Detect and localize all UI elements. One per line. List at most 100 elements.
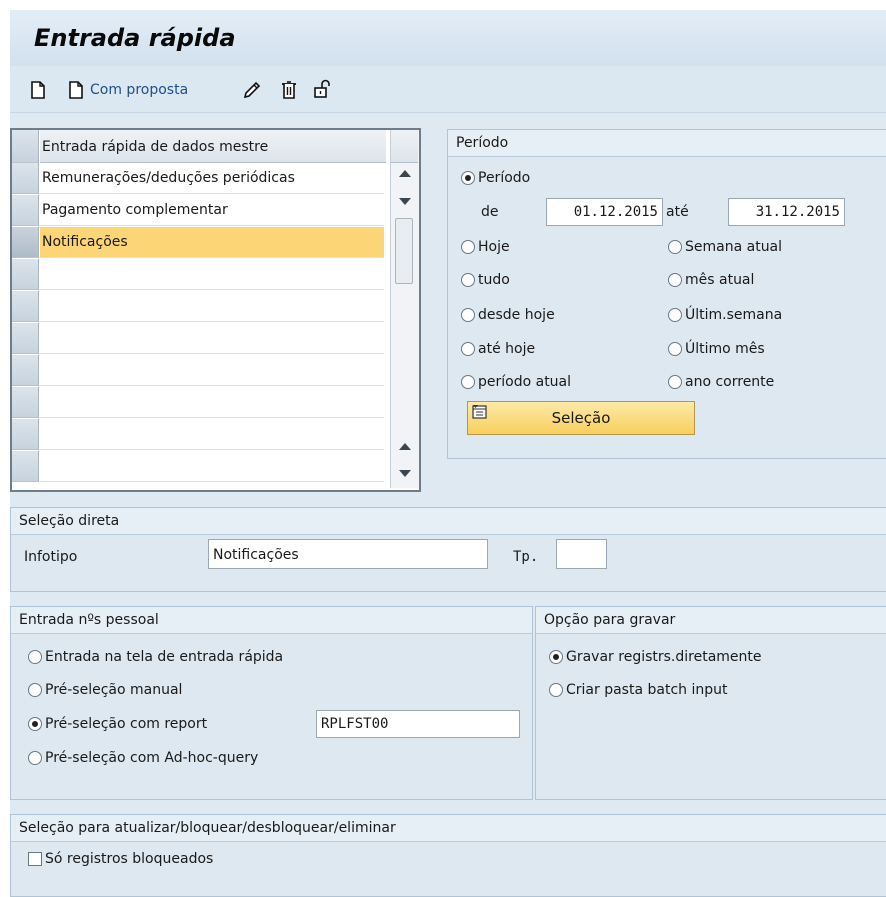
scroll-page-up-icon[interactable] [399, 170, 411, 177]
radio-ultim-semana[interactable]: Últim.semana [668, 307, 782, 323]
table-row[interactable]: Remunerações/deduções periódicas [40, 163, 384, 194]
radio-periodo-atual-label: período atual [478, 374, 572, 390]
com-proposta-label: Com proposta [90, 82, 189, 98]
radio-semana-atual[interactable]: Semana atual [668, 239, 782, 255]
selecao-direta-group-title: Seleção direta [11, 508, 886, 535]
scroll-up-icon[interactable] [399, 443, 411, 450]
radio-ultimo-mes-button[interactable] [668, 342, 682, 356]
to-date-field[interactable]: 31.12.2015 [728, 198, 845, 226]
radio-ate-hoje-label: até hoje [478, 341, 536, 357]
radio-gravar-diretamente-label: Gravar registrs.diretamente [566, 649, 762, 665]
radio-ate-hoje-button[interactable] [461, 342, 475, 356]
row-selector[interactable] [12, 227, 39, 258]
select-all-cell[interactable] [12, 130, 39, 163]
atualizar-group-title: Seleção para atualizar/bloquear/desbloqu… [11, 815, 886, 842]
row-selector[interactable] [12, 259, 39, 290]
radio-periodo-button[interactable] [461, 171, 475, 185]
radio-entrada-tela-button[interactable] [28, 650, 42, 664]
radio-semana-atual-button[interactable] [668, 240, 682, 254]
ate-label: até [666, 204, 689, 220]
infotipo-field[interactable]: Notificações [208, 539, 488, 569]
scroll-down-icon[interactable] [399, 470, 411, 477]
radio-tudo-button[interactable] [461, 273, 475, 287]
table-vertical-scrollbar[interactable] [390, 130, 419, 488]
scrollbar-thumb[interactable] [395, 218, 413, 284]
radio-preselecao-manual-button[interactable] [28, 683, 42, 697]
row-selector[interactable] [12, 387, 39, 418]
row-selector[interactable] [12, 419, 39, 450]
table-row[interactable] [40, 291, 384, 322]
trash-icon[interactable] [279, 80, 299, 100]
row-selector[interactable] [12, 163, 39, 194]
page-title: Entrada rápida [34, 24, 236, 52]
radio-desde-hoje-button[interactable] [461, 308, 475, 322]
so-bloqueados-option[interactable]: Só registros bloqueados [28, 851, 213, 867]
radio-ultim-semana-button[interactable] [668, 308, 682, 322]
table-row[interactable] [40, 355, 384, 386]
tp-field[interactable] [556, 539, 607, 569]
radio-preselecao-adhoc-label: Pré-seleção com Ad-hoc-query [45, 750, 259, 766]
report-field[interactable]: RPLFST00 [316, 710, 520, 738]
radio-preselecao-manual[interactable]: Pré-seleção manual [28, 682, 182, 698]
radio-tudo-label: tudo [478, 272, 510, 288]
radio-hoje[interactable]: Hoje [461, 239, 510, 255]
radio-mes-atual-label: mês atual [685, 272, 755, 288]
row-selector[interactable] [12, 291, 39, 322]
radio-preselecao-adhoc-button[interactable] [28, 751, 42, 765]
table-row[interactable] [40, 323, 384, 354]
table-row-selected[interactable]: Notificações [40, 227, 384, 258]
pencil-icon[interactable] [242, 80, 262, 100]
radio-ano-corrente[interactable]: ano corrente [668, 374, 774, 390]
com-proposta-button[interactable]: Com proposta [66, 80, 188, 100]
table-row[interactable] [40, 419, 384, 450]
gravar-group-title: Opção para gravar [536, 607, 886, 634]
radio-batch-input[interactable]: Criar pasta batch input [549, 682, 727, 698]
document-with-proposal-icon [66, 80, 86, 100]
table-row[interactable] [40, 259, 384, 290]
radio-preselecao-report-button[interactable] [28, 717, 42, 731]
radio-batch-input-label: Criar pasta batch input [566, 682, 728, 698]
radio-desde-hoje[interactable]: desde hoje [461, 307, 555, 323]
radio-periodo-atual-button[interactable] [461, 375, 475, 389]
radio-desde-hoje-label: desde hoje [478, 307, 555, 323]
so-bloqueados-checkbox[interactable] [28, 852, 42, 866]
radio-gravar-diretamente[interactable]: Gravar registrs.diretamente [549, 649, 762, 665]
periodo-group-title: Período [448, 130, 886, 157]
radio-periodo-label: Período [478, 170, 531, 186]
radio-entrada-tela[interactable]: Entrada na tela de entrada rápida [28, 649, 283, 665]
table-row[interactable] [40, 451, 384, 482]
radio-ano-corrente-label: ano corrente [685, 374, 775, 390]
radio-preselecao-adhoc[interactable]: Pré-seleção com Ad-hoc-query [28, 750, 258, 766]
table-row[interactable] [40, 387, 384, 418]
radio-mes-atual[interactable]: mês atual [668, 272, 754, 288]
row-selector[interactable] [12, 195, 39, 226]
table-row[interactable]: Pagamento complementar [40, 195, 384, 226]
radio-batch-input-button[interactable] [549, 683, 563, 697]
radio-ano-corrente-button[interactable] [668, 375, 682, 389]
scroll-page-down-icon[interactable] [399, 198, 411, 205]
radio-semana-atual-label: Semana atual [685, 239, 783, 255]
gravar-group: Opção para gravar [535, 606, 886, 800]
from-date-field[interactable]: 01.12.2015 [546, 198, 663, 226]
radio-gravar-diretamente-button[interactable] [549, 650, 563, 664]
lock-icon[interactable] [312, 79, 332, 99]
entrada-pessoal-group: Entrada nºs pessoal [10, 606, 533, 800]
scrollbar-header-cell [391, 130, 418, 163]
radio-preselecao-report[interactable]: Pré-seleção com report [28, 716, 207, 732]
radio-hoje-button[interactable] [461, 240, 475, 254]
infotipo-label: Infotipo [24, 549, 78, 565]
radio-periodo-atual[interactable]: período atual [461, 374, 571, 390]
radio-periodo[interactable]: Período [461, 170, 530, 186]
row-selector[interactable] [12, 323, 39, 354]
row-selector[interactable] [12, 355, 39, 386]
radio-mes-atual-button[interactable] [668, 273, 682, 287]
radio-tudo[interactable]: tudo [461, 272, 510, 288]
radio-ate-hoje[interactable]: até hoje [461, 341, 535, 357]
selecao-button-label: Seleção [551, 409, 611, 427]
tp-label: Tp. [513, 549, 539, 565]
radio-preselecao-report-label: Pré-seleção com report [45, 716, 208, 732]
row-selector[interactable] [12, 451, 39, 482]
selecao-button[interactable]: Seleção [467, 401, 695, 435]
new-document-icon[interactable] [28, 80, 48, 100]
radio-ultimo-mes[interactable]: Último mês [668, 341, 765, 357]
